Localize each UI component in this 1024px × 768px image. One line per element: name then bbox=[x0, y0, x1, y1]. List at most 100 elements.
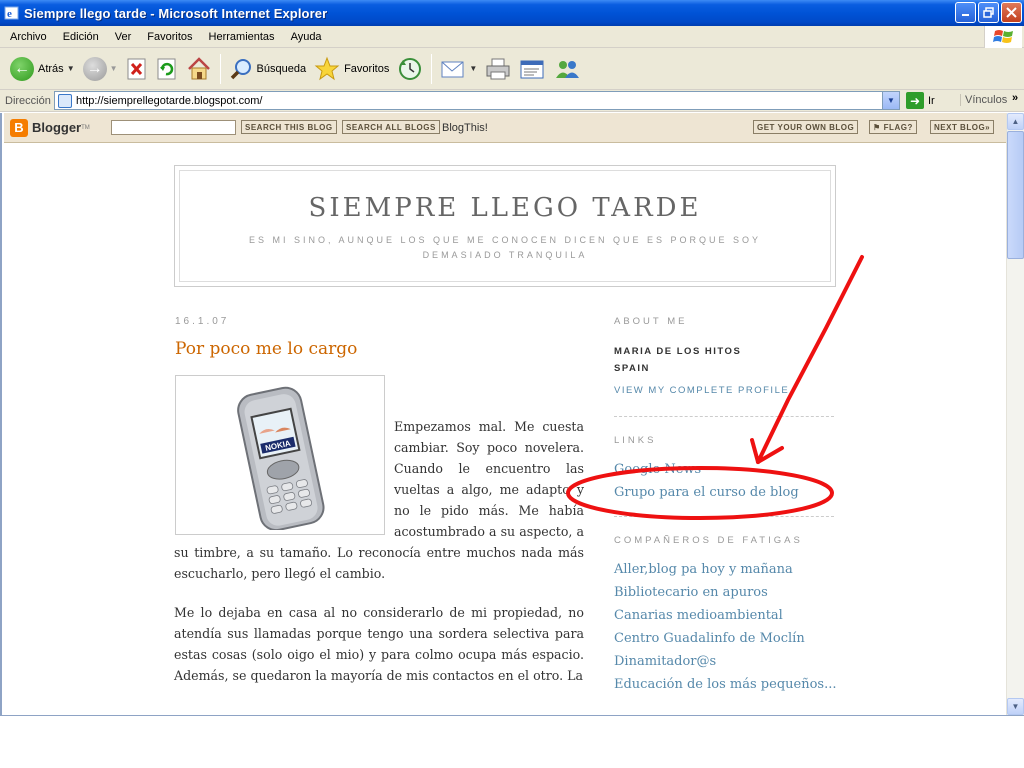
flag-icon: ⚑ bbox=[873, 122, 881, 132]
image-float-spacer bbox=[174, 416, 394, 542]
window-title: Siempre llego tarde - Microsoft Internet… bbox=[24, 5, 328, 21]
mail-icon bbox=[441, 61, 464, 77]
chevron-right-icon[interactable]: » bbox=[1012, 92, 1018, 104]
windows-logo-icon bbox=[984, 26, 1022, 48]
close-window-button[interactable] bbox=[1001, 2, 1022, 23]
menu-edicion[interactable]: Edición bbox=[55, 31, 107, 43]
page-icon bbox=[58, 93, 72, 108]
back-dropdown-icon[interactable]: ▼ bbox=[67, 64, 75, 73]
menu-herramientas[interactable]: Herramientas bbox=[201, 31, 283, 43]
address-url[interactable]: http://siemprellegotarde.blogspot.com/ bbox=[76, 95, 263, 107]
go-arrow-icon: ➜ bbox=[906, 92, 924, 109]
forward-arrow-icon: → bbox=[82, 56, 107, 81]
companions-list: Aller,blog pa hoy y mañana Bibliotecario… bbox=[614, 558, 836, 696]
scroll-up-icon[interactable]: ▲ bbox=[1007, 113, 1024, 130]
menu-archivo[interactable]: Archivo bbox=[0, 31, 55, 43]
companion-link[interactable]: Bibliotecario en apuros bbox=[614, 581, 836, 604]
address-dropdown-icon[interactable]: ▼ bbox=[882, 92, 899, 109]
menu-bar: Archivo Edición Ver Favoritos Herramient… bbox=[0, 26, 1024, 48]
post-paragraph: Empezamos mal. Me cuesta cambiar. Soy po… bbox=[174, 416, 584, 584]
companion-link[interactable]: Centro Guadalinfo de Moclín bbox=[614, 627, 836, 650]
blogger-navbar: B Blogger TM SEARCH THIS BLOG SEARCH ALL… bbox=[4, 113, 1008, 143]
menu-favoritos[interactable]: Favoritos bbox=[139, 31, 200, 43]
scroll-down-icon[interactable]: ▼ bbox=[1007, 698, 1024, 715]
back-label: Atrás bbox=[38, 62, 64, 75]
back-arrow-icon: ← bbox=[10, 56, 34, 81]
history-button[interactable] bbox=[393, 52, 427, 86]
post-body: Empezamos mal. Me cuesta cambiar. Soy po… bbox=[174, 416, 584, 704]
companeros-heading: COMPAÑEROS DE FATIGAS bbox=[614, 535, 803, 546]
next-blog-button[interactable]: NEXT BLOG» bbox=[930, 120, 995, 134]
blog-title[interactable]: SIEMPRE LLEGO TARDE bbox=[180, 193, 830, 223]
post-title[interactable]: Por poco me lo cargo bbox=[175, 339, 357, 359]
favorites-star-icon bbox=[314, 56, 340, 80]
link-grupo-curso-blog[interactable]: Grupo para el curso de blog bbox=[614, 481, 836, 504]
messenger-icon bbox=[556, 60, 580, 78]
flag-button[interactable]: ⚑ FLAG? bbox=[869, 120, 917, 134]
companion-link[interactable]: Educación de los más pequeños... bbox=[614, 673, 836, 696]
standard-toolbar: ← Atrás ▼ → ▼ Búsqueda Favoritos ▼ bbox=[0, 48, 1024, 90]
go-button[interactable]: ➜ Ir bbox=[906, 92, 935, 109]
menu-ayuda[interactable]: Ayuda bbox=[283, 31, 330, 43]
blogthis-link[interactable]: BlogThis! bbox=[442, 122, 488, 134]
printer-icon bbox=[486, 58, 510, 79]
trademark-mark: TM bbox=[81, 124, 90, 131]
restore-button[interactable] bbox=[978, 2, 999, 23]
search-all-blogs-button[interactable]: SEARCH ALL BLOGS bbox=[342, 120, 440, 134]
search-button[interactable]: Búsqueda bbox=[225, 52, 311, 86]
forward-button[interactable]: → ▼ bbox=[79, 52, 122, 86]
stop-button[interactable] bbox=[122, 52, 152, 86]
address-input[interactable]: http://siemprellegotarde.blogspot.com/ ▼ bbox=[54, 91, 900, 110]
link-google-news[interactable]: Google News bbox=[614, 458, 836, 481]
address-bar: Dirección http://siemprellegotarde.blogs… bbox=[0, 90, 1024, 112]
menu-ver[interactable]: Ver bbox=[107, 31, 140, 43]
sidebar-divider bbox=[614, 516, 834, 517]
forward-dropdown-icon[interactable]: ▼ bbox=[110, 64, 118, 73]
status-area bbox=[0, 715, 1024, 768]
blog-search-input[interactable] bbox=[111, 120, 236, 135]
page-viewport: B Blogger TM SEARCH THIS BLOG SEARCH ALL… bbox=[0, 113, 1024, 715]
profile-location: SPAIN bbox=[614, 363, 650, 374]
minimize-button[interactable] bbox=[955, 2, 976, 23]
mail-dropdown-icon[interactable]: ▼ bbox=[469, 64, 477, 73]
companion-link[interactable]: Canarias medioambiental bbox=[614, 604, 836, 627]
refresh-button[interactable] bbox=[152, 52, 182, 86]
flag-label: FLAG? bbox=[883, 122, 913, 132]
links-toolbar-label[interactable]: Vínculos bbox=[960, 94, 1007, 106]
back-button[interactable]: ← Atrás ▼ bbox=[6, 52, 79, 86]
links-heading: LINKS bbox=[614, 435, 657, 446]
companion-link[interactable]: Aller,blog pa hoy y mañana bbox=[614, 558, 836, 581]
edit-page-icon bbox=[520, 60, 544, 78]
vertical-scrollbar[interactable]: ▲ ▼ bbox=[1006, 113, 1024, 715]
favorites-label: Favoritos bbox=[344, 62, 390, 75]
blog-description: ES MI SINO, AUNQUE LOS QUE ME CONOCEN DI… bbox=[248, 235, 762, 260]
post-date: 16.1.07 bbox=[175, 316, 230, 327]
view-profile-link[interactable]: VIEW MY COMPLETE PROFILE bbox=[614, 385, 836, 396]
home-icon bbox=[187, 56, 210, 79]
messenger-button[interactable] bbox=[549, 52, 585, 86]
print-button[interactable] bbox=[481, 52, 515, 86]
home-button[interactable] bbox=[182, 52, 216, 86]
blogger-logo[interactable]: B Blogger TM bbox=[10, 118, 90, 137]
search-this-blog-button[interactable]: SEARCH THIS BLOG bbox=[241, 120, 337, 134]
profile-name: MARIA DE LOS HITOS SPAIN bbox=[614, 343, 836, 377]
ie-app-icon: e bbox=[4, 5, 20, 21]
scrollbar-thumb[interactable] bbox=[1007, 131, 1024, 259]
history-icon bbox=[399, 57, 422, 80]
edit-button[interactable] bbox=[515, 52, 549, 86]
favorites-button[interactable]: Favoritos bbox=[310, 52, 393, 86]
about-me-heading: ABOUT ME bbox=[614, 316, 688, 327]
title-bar[interactable]: e Siempre llego tarde - Microsoft Intern… bbox=[0, 0, 1024, 26]
profile-name-text: MARIA DE LOS HITOS bbox=[614, 346, 742, 357]
mail-button[interactable]: ▼ bbox=[436, 52, 481, 86]
blogger-b-icon: B bbox=[10, 118, 28, 137]
get-your-own-blog-button[interactable]: GET YOUR OWN BLOG bbox=[753, 120, 859, 134]
stop-icon bbox=[127, 58, 146, 79]
refresh-icon bbox=[157, 58, 176, 79]
sidebar: ABOUT ME MARIA DE LOS HITOS SPAIN VIEW M… bbox=[614, 316, 836, 696]
companion-link[interactable]: Dinamitador@s bbox=[614, 650, 836, 673]
search-magnifier-icon bbox=[230, 58, 251, 79]
toolbar-separator bbox=[219, 53, 221, 84]
go-label: Ir bbox=[928, 94, 935, 107]
sidebar-divider bbox=[614, 416, 834, 417]
